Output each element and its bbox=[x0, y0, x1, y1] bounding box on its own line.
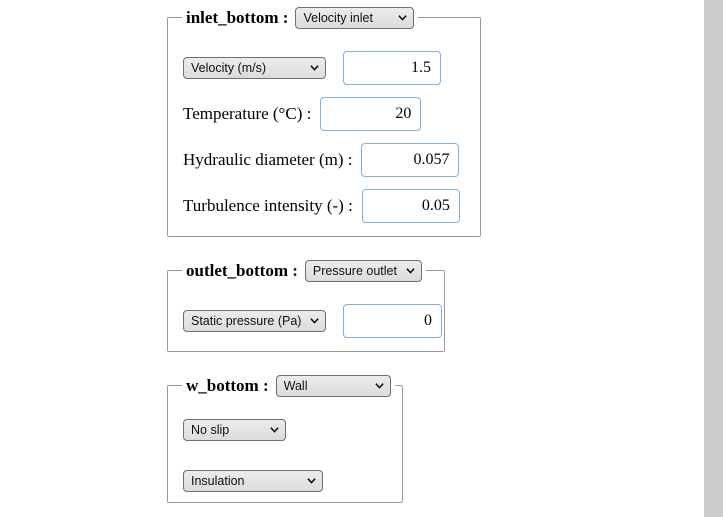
wall-thermal-select-wrap: Insulation bbox=[183, 470, 323, 492]
velocity-value-input[interactable] bbox=[343, 51, 441, 85]
bc-type-select-wrap-outlet-bottom: Pressure outlet bbox=[304, 260, 422, 282]
velocity-quantity-select[interactable]: Velocity (m/s) bbox=[183, 57, 326, 79]
hydraulic-diameter-input[interactable] bbox=[361, 143, 460, 177]
bc-legend-w-bottom: w_bottom : Wall bbox=[182, 371, 395, 401]
temperature-input[interactable] bbox=[320, 97, 422, 131]
bc-legend-label-outlet-bottom: outlet_bottom : bbox=[186, 261, 298, 280]
pressure-quantity-select-wrap: Static pressure (Pa) bbox=[183, 310, 326, 332]
bc-group-w-bottom: w_bottom : Wall No slip Insulation bbox=[167, 371, 403, 503]
static-pressure-input[interactable] bbox=[343, 304, 442, 338]
turbulence-intensity-input[interactable] bbox=[361, 189, 460, 223]
bc-type-select-wrap-inlet-bottom: Velocity inlet bbox=[295, 7, 415, 29]
field-row-wall-thermal: Insulation bbox=[183, 470, 323, 492]
bc-group-inlet-bottom: inlet_bottom : Velocity inlet Velocity (… bbox=[167, 3, 481, 237]
bc-legend-label-w-bottom: w_bottom : bbox=[186, 376, 269, 395]
right-side-panel bbox=[704, 0, 723, 517]
bc-group-outlet-bottom: outlet_bottom : Pressure outlet Static p… bbox=[167, 256, 445, 352]
pressure-quantity-select[interactable]: Static pressure (Pa) bbox=[183, 310, 326, 332]
wall-velocity-select-wrap: No slip bbox=[183, 419, 286, 441]
hydraulic-diameter-label: Hydraulic diameter (m) : bbox=[183, 150, 353, 169]
field-row-static-pressure: Static pressure (Pa) bbox=[183, 304, 442, 338]
bc-type-select-w-bottom[interactable]: Wall bbox=[275, 375, 391, 397]
bc-legend-inlet-bottom: inlet_bottom : Velocity inlet bbox=[182, 3, 419, 33]
field-row-velocity: Velocity (m/s) bbox=[183, 51, 441, 85]
wall-thermal-select[interactable]: Insulation bbox=[183, 470, 323, 492]
wall-velocity-select[interactable]: No slip bbox=[183, 419, 286, 441]
boundary-conditions-panel: inlet_bottom : Velocity inlet Velocity (… bbox=[0, 0, 704, 517]
bc-type-select-wrap-w-bottom: Wall bbox=[275, 375, 391, 397]
temperature-label: Temperature (°C) : bbox=[183, 104, 312, 123]
field-row-hydraulic-diameter: Hydraulic diameter (m) : bbox=[183, 143, 460, 177]
field-row-temperature: Temperature (°C) : bbox=[183, 97, 422, 131]
field-row-wall-velocity: No slip bbox=[183, 419, 286, 441]
bc-type-select-inlet-bottom[interactable]: Velocity inlet bbox=[295, 7, 415, 29]
field-row-turbulence-intensity: Turbulence intensity (-) : bbox=[183, 189, 460, 223]
bc-legend-label-inlet-bottom: inlet_bottom : bbox=[186, 8, 289, 27]
bc-type-select-outlet-bottom[interactable]: Pressure outlet bbox=[304, 260, 422, 282]
bc-legend-outlet-bottom: outlet_bottom : Pressure outlet bbox=[182, 256, 426, 286]
velocity-quantity-select-wrap: Velocity (m/s) bbox=[183, 57, 326, 79]
turbulence-intensity-label: Turbulence intensity (-) : bbox=[183, 196, 353, 215]
